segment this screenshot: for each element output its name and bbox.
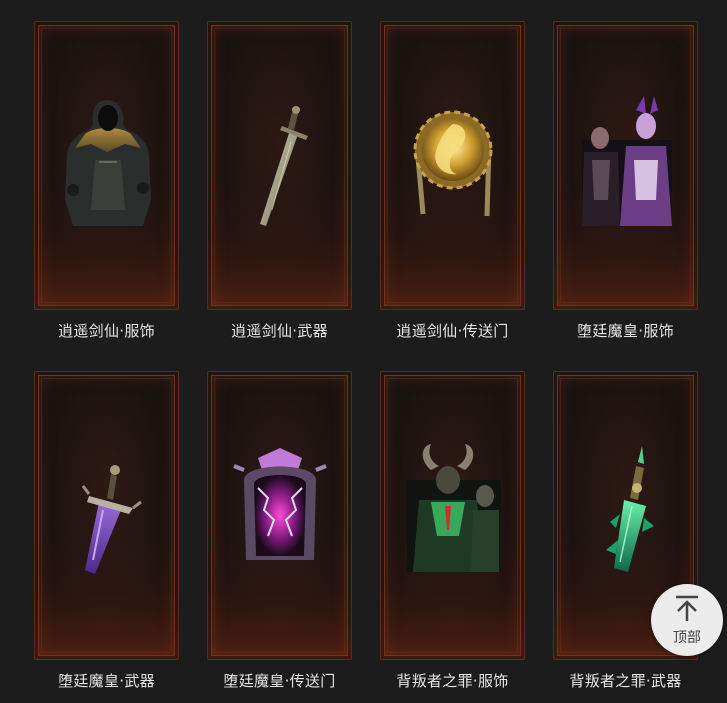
- cloaked-figure-icon: [65, 100, 151, 226]
- item-card-6[interactable]: 堕廷魔皇·传送门: [207, 371, 352, 691]
- item-label: 背叛者之罪·服饰: [396, 672, 509, 690]
- horned-warriors-icon: [407, 444, 501, 572]
- golden-portal-icon: [413, 110, 493, 217]
- item-card-1[interactable]: 逍遥剑仙·服饰: [34, 21, 179, 341]
- purple-dagger-icon: [81, 465, 142, 574]
- item-label: 堕廷魔皇·武器: [58, 672, 155, 690]
- item-label: 逍遥剑仙·传送门: [396, 322, 509, 340]
- item-card-2[interactable]: 逍遥剑仙·武器: [207, 21, 352, 341]
- item-card-7[interactable]: 背叛者之罪·服饰: [380, 371, 525, 691]
- back-to-top-label: 顶部: [673, 630, 701, 646]
- item-frame: [380, 371, 525, 660]
- item-frame: [207, 21, 352, 310]
- item-frame: [380, 21, 525, 310]
- green-blade-icon: [606, 446, 654, 572]
- item-label: 背叛者之罪·武器: [569, 672, 682, 690]
- item-card-3[interactable]: 逍遥剑仙·传送门: [380, 21, 525, 341]
- item-label: 逍遥剑仙·服饰: [58, 322, 155, 340]
- arrow-up-icon: [676, 595, 698, 621]
- item-label: 堕廷魔皇·服饰: [577, 322, 674, 340]
- item-label: 逍遥剑仙·武器: [231, 322, 328, 340]
- item-frame: [207, 371, 352, 660]
- sword-icon: [260, 106, 308, 226]
- item-frame: [34, 21, 179, 310]
- item-frame: [553, 21, 698, 310]
- cosmetics-grid-page: 逍遥剑仙·服饰 逍遥剑仙·武器 逍遥剑仙·传送门 堕廷魔皇·服饰 堕廷魔皇·武器…: [0, 0, 727, 703]
- item-frame: [34, 371, 179, 660]
- purple-portal-icon: [233, 448, 327, 560]
- item-card-4[interactable]: 堕廷魔皇·服饰: [553, 21, 698, 341]
- item-label: 堕廷魔皇·传送门: [223, 672, 336, 690]
- back-to-top-button[interactable]: 顶部: [651, 584, 723, 656]
- demon-lords-icon: [582, 96, 672, 226]
- item-card-5[interactable]: 堕廷魔皇·武器: [34, 371, 179, 691]
